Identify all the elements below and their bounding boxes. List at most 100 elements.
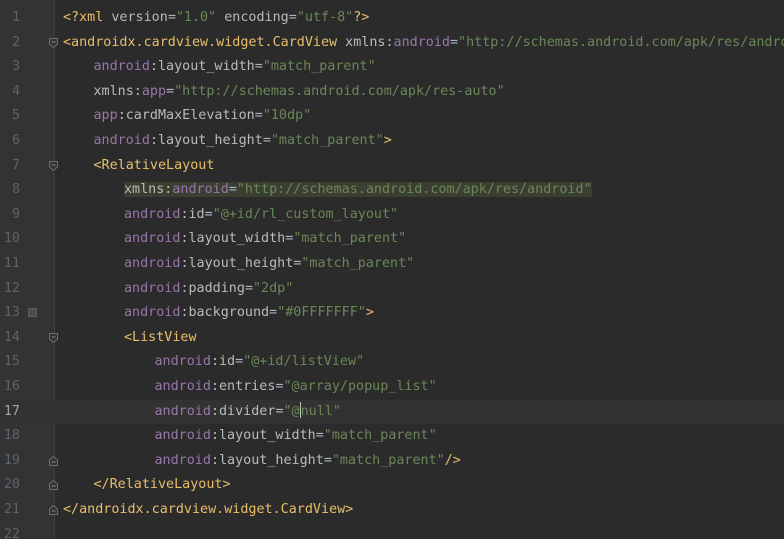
code-content: <ListView <box>124 330 197 345</box>
code-text[interactable]: <?xml version="1.0" encoding="utf-8"?> <box>63 6 369 31</box>
code-token: app <box>93 108 118 124</box>
code-text[interactable]: xmlns:android="http://schemas.android.co… <box>124 178 592 203</box>
fold-open-icon[interactable] <box>49 160 58 171</box>
code-line[interactable]: 6 android:layout_height="match_parent"> <box>0 129 784 154</box>
code-line[interactable]: 14 <ListView <box>0 326 784 351</box>
code-line[interactable]: 16 android:entries="@array/popup_list" <box>0 375 784 400</box>
breakpoint-marker-icon[interactable] <box>28 308 37 318</box>
code-token: = <box>166 83 175 99</box>
code-line[interactable]: 20 </RelativeLayout> <box>0 473 784 498</box>
code-text[interactable]: android:background="#0FFFFFFF"> <box>124 301 374 326</box>
code-token: "@+id/listView" <box>243 354 365 370</box>
code-line[interactable]: 5 app:cardMaxElevation="10dp" <box>0 104 784 129</box>
code-line[interactable]: 22 <box>0 523 784 539</box>
code-token: > <box>383 133 392 148</box>
code-token: ?> <box>353 10 370 25</box>
line-number: 21 <box>3 502 20 517</box>
code-line[interactable]: 11 android:layout_height="match_parent" <box>0 252 784 277</box>
code-text[interactable]: android:id="@+id/listView" <box>155 350 365 375</box>
line-number: 4 <box>11 83 20 99</box>
highlighted-code: xmlns:android="http://schemas.android.co… <box>124 182 592 198</box>
line-number: 15 <box>3 354 20 370</box>
code-token: android <box>154 379 211 394</box>
code-line[interactable]: 7 <RelativeLayout <box>0 154 784 179</box>
code-text[interactable]: android:layout_width="match_parent" <box>155 424 437 449</box>
code-text[interactable]: <ListView <box>124 326 197 351</box>
code-line[interactable]: 4 xmlns:app="http://schemas.android.com/a… <box>0 80 784 105</box>
fold-close-icon[interactable] <box>49 480 58 491</box>
code-text[interactable]: app:cardMaxElevation="10dp" <box>94 104 312 129</box>
code-token: android <box>124 280 181 296</box>
code-token: </RelativeLayout> <box>93 477 231 493</box>
code-token: "@ <box>283 403 300 419</box>
code-token: android <box>124 231 181 247</box>
code-content: android:id="@+id/rl_custom_layout" <box>124 207 398 222</box>
code-text[interactable]: android:layout_height="match_parent"/> <box>155 449 461 474</box>
code-content: android:layout_height="match_parent"/> <box>155 453 461 468</box>
code-line[interactable]: 2 <androidx.cardview.widget.CardView xmln… <box>0 31 784 56</box>
code-content: android:layout_width="match_parent" <box>124 231 406 246</box>
code-text[interactable]: <RelativeLayout <box>94 154 215 179</box>
code-token: "http://schemas.android.com/apk/res/andr… <box>236 182 592 198</box>
line-number: 19 <box>3 452 20 468</box>
code-line[interactable]: 10 android:layout_width="match_parent" <box>0 227 784 252</box>
code-token: "match_parent" <box>293 231 407 247</box>
code-line[interactable]: 12 android:padding="2dp" <box>0 277 784 302</box>
code-token: version <box>111 10 168 25</box>
code-text[interactable]: <androidx.cardview.widget.CardView xmlns… <box>63 31 784 56</box>
code-token: encoding <box>224 10 289 25</box>
fold-close-icon[interactable] <box>49 455 58 466</box>
code-token: = <box>228 182 237 198</box>
code-text[interactable]: android:padding="2dp" <box>124 277 293 302</box>
code-token: "match_parent" <box>270 133 384 148</box>
line-number: 17 <box>3 403 20 419</box>
code-text[interactable]: android:divider="@null" <box>155 400 341 425</box>
line-number: 13 <box>3 305 20 321</box>
code-token: = <box>449 34 459 50</box>
code-text[interactable]: xmlns:app="http://schemas.android.com/ap… <box>94 80 505 105</box>
code-token: :id <box>210 354 236 370</box>
line-number: 3 <box>11 59 20 75</box>
code-line[interactable]: 8 xmlns:android="http://schemas.android.c… <box>0 178 784 203</box>
fold-open-icon[interactable] <box>49 332 58 343</box>
code-line[interactable]: 19 android:layout_height="match_parent"/> <box>0 449 784 474</box>
code-content: android:background="#0FFFFFFF"> <box>124 305 374 320</box>
code-token: = <box>262 133 271 148</box>
line-number: 5 <box>11 108 20 124</box>
code-token: :layout_width <box>149 59 255 75</box>
code-text[interactable]: </RelativeLayout> <box>94 473 231 498</box>
code-text[interactable]: android:layout_width="match_parent" <box>94 55 376 80</box>
fold-close-icon[interactable] <box>49 505 58 515</box>
line-number: 12 <box>3 280 20 296</box>
line-number: 6 <box>11 133 20 148</box>
line-number: 10 <box>3 231 20 247</box>
fold-open-icon[interactable] <box>49 37 58 48</box>
code-text[interactable]: android:layout_height="match_parent" <box>124 252 414 277</box>
code-line[interactable]: 13 android:background="#0FFFFFFF"> <box>0 301 784 326</box>
code-token: = <box>204 206 213 222</box>
code-line[interactable]: 21 </androidx.cardview.widget.CardView> <box>0 498 784 523</box>
code-token: = <box>269 305 278 321</box>
code-text[interactable]: </androidx.cardview.widget.CardView> <box>63 498 353 523</box>
code-line[interactable]: 1 <?xml version="1.0" encoding="utf-8"?> <box>0 6 784 31</box>
code-content: xmlns:app="http://schemas.android.com/ap… <box>94 84 505 99</box>
line-number: 16 <box>3 379 20 394</box>
code-token: "match_parent" <box>323 428 437 444</box>
code-line[interactable]: 15 android:id="@+id/listView" <box>0 350 784 375</box>
code-text[interactable]: android:id="@+id/rl_custom_layout" <box>124 203 398 228</box>
code-text[interactable]: android:layout_width="match_parent" <box>124 227 406 252</box>
code-token: :padding <box>180 280 245 296</box>
code-token: android <box>172 182 229 198</box>
code-line[interactable]: 17 android:divider="@null" <box>0 399 784 425</box>
line-number: 2 <box>11 34 20 50</box>
code-line[interactable]: 9 android:id="@+id/rl_custom_layout" <box>0 203 784 228</box>
code-editor[interactable]: 1 <?xml version="1.0" encoding="utf-8"?> 2… <box>0 0 784 539</box>
code-line[interactable]: 18 android:layout_width="match_parent" <box>0 424 784 449</box>
code-text[interactable]: android:entries="@array/popup_list" <box>155 375 437 400</box>
code-token: :cardMaxElevation <box>117 108 255 124</box>
code-content: app:cardMaxElevation="10dp" <box>94 108 312 123</box>
code-text[interactable]: android:layout_height="match_parent"> <box>94 129 392 154</box>
code-token: "http://schemas.android.com/apk/res-auto… <box>174 83 505 99</box>
code-content: android:divider="@null" <box>155 401 341 419</box>
code-line[interactable]: 3 android:layout_width="match_parent" <box>0 55 784 80</box>
